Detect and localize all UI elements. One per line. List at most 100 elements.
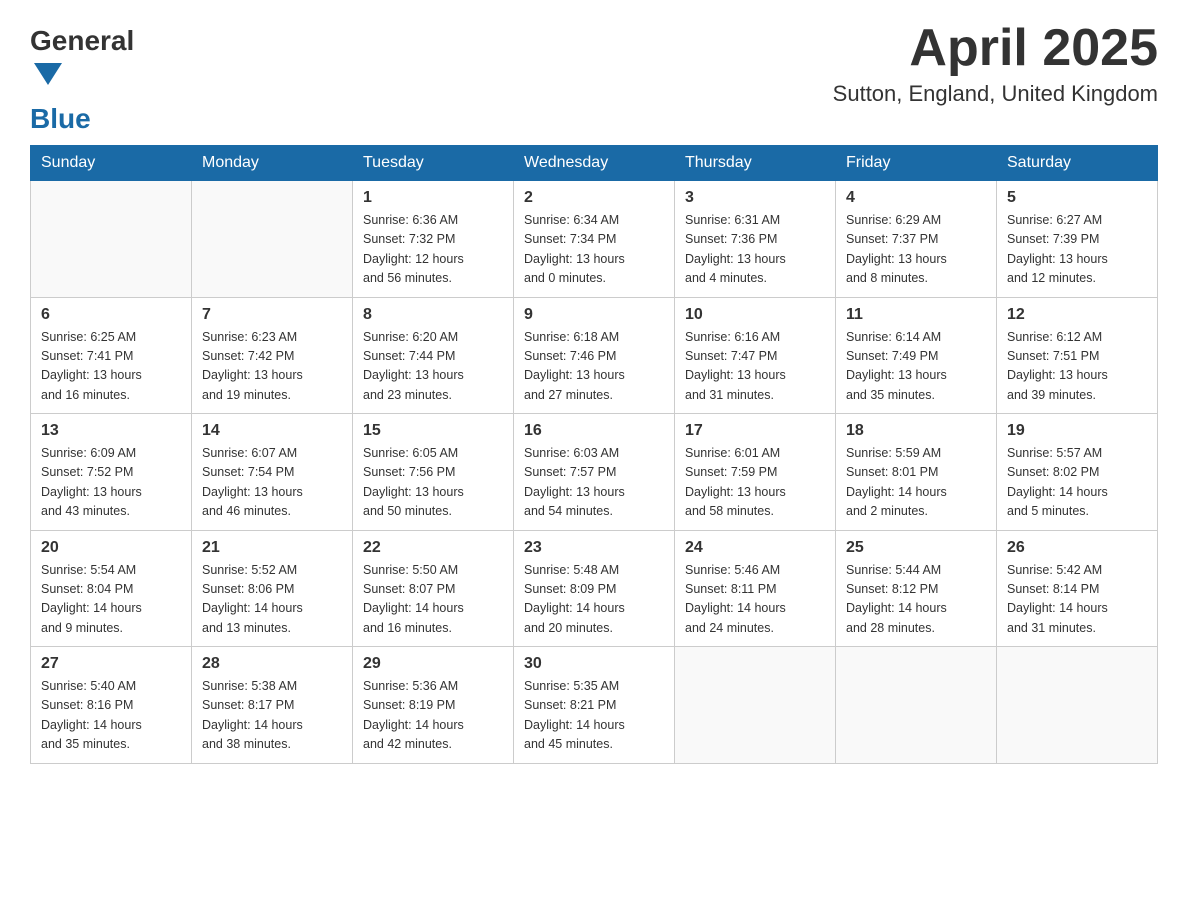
day-info: Sunrise: 6:14 AMSunset: 7:49 PMDaylight:… [846, 328, 986, 406]
calendar-cell [192, 181, 353, 298]
day-info: Sunrise: 6:05 AMSunset: 7:56 PMDaylight:… [363, 444, 503, 522]
calendar-title: April 2025 [833, 20, 1158, 77]
title-section: April 2025 Sutton, England, United Kingd… [833, 20, 1158, 107]
day-number: 28 [202, 655, 342, 673]
calendar-cell: 1 Sunrise: 6:36 AMSunset: 7:32 PMDaylight… [353, 181, 514, 298]
day-number: 19 [1007, 422, 1147, 440]
calendar-cell: 20 Sunrise: 5:54 AMSunset: 8:04 PMDayligh… [31, 530, 192, 647]
calendar-cell: 12 Sunrise: 6:12 AMSunset: 7:51 PMDayligh… [997, 297, 1158, 414]
day-info: Sunrise: 5:52 AMSunset: 8:06 PMDaylight:… [202, 561, 342, 639]
day-info: Sunrise: 5:48 AMSunset: 8:09 PMDaylight:… [524, 561, 664, 639]
day-info: Sunrise: 5:36 AMSunset: 8:19 PMDaylight:… [363, 677, 503, 755]
calendar-cell: 19 Sunrise: 5:57 AMSunset: 8:02 PMDayligh… [997, 414, 1158, 531]
day-number: 16 [524, 422, 664, 440]
calendar-cell: 6 Sunrise: 6:25 AMSunset: 7:41 PMDaylight… [31, 297, 192, 414]
calendar-cell: 26 Sunrise: 5:42 AMSunset: 8:14 PMDayligh… [997, 530, 1158, 647]
day-number: 21 [202, 539, 342, 557]
calendar-cell: 22Sunrise: 5:50 AMSunset: 8:07 PMDayligh… [353, 530, 514, 647]
day-info: Sunrise: 5:54 AMSunset: 8:04 PMDaylight:… [41, 561, 181, 639]
calendar-cell: 14 Sunrise: 6:07 AMSunset: 7:54 PMDayligh… [192, 414, 353, 531]
weekday-header-tuesday: Tuesday [353, 146, 514, 181]
weekday-header-monday: Monday [192, 146, 353, 181]
day-info: Sunrise: 6:18 AMSunset: 7:46 PMDaylight:… [524, 328, 664, 406]
day-number: 17 [685, 422, 825, 440]
day-number: 13 [41, 422, 181, 440]
calendar-cell: 13 Sunrise: 6:09 AMSunset: 7:52 PMDayligh… [31, 414, 192, 531]
day-info: Sunrise: 5:42 AMSunset: 8:14 PMDaylight:… [1007, 561, 1147, 639]
calendar-cell: 15 Sunrise: 6:05 AMSunset: 7:56 PMDayligh… [353, 414, 514, 531]
day-number: 9 [524, 306, 664, 324]
day-number: 27 [41, 655, 181, 673]
calendar-cell: 4 Sunrise: 6:29 AMSunset: 7:37 PMDaylight… [836, 181, 997, 298]
calendar-cell: 23 Sunrise: 5:48 AMSunset: 8:09 PMDayligh… [514, 530, 675, 647]
day-number: 20 [41, 539, 181, 557]
calendar-cell: 30 Sunrise: 5:35 AMSunset: 8:21 PMDayligh… [514, 647, 675, 764]
weekday-header-friday: Friday [836, 146, 997, 181]
calendar-cell: 24Sunrise: 5:46 AMSunset: 8:11 PMDayligh… [675, 530, 836, 647]
calendar-cell [31, 181, 192, 298]
weekday-header-sunday: Sunday [31, 146, 192, 181]
day-info: Sunrise: 6:16 AMSunset: 7:47 PMDaylight:… [685, 328, 825, 406]
calendar-cell [675, 647, 836, 764]
day-number: 6 [41, 306, 181, 324]
day-number: 12 [1007, 306, 1147, 324]
day-info: Sunrise: 6:03 AMSunset: 7:57 PMDaylight:… [524, 444, 664, 522]
calendar-cell: 9 Sunrise: 6:18 AMSunset: 7:46 PMDaylight… [514, 297, 675, 414]
calendar-cell: 29 Sunrise: 5:36 AMSunset: 8:19 PMDayligh… [353, 647, 514, 764]
calendar-cell: 2Sunrise: 6:34 AMSunset: 7:34 PMDaylight… [514, 181, 675, 298]
day-info: Sunrise: 6:29 AMSunset: 7:37 PMDaylight:… [846, 211, 986, 289]
logo-icon [34, 63, 62, 85]
day-number: 29 [363, 655, 503, 673]
day-info: Sunrise: 5:38 AMSunset: 8:17 PMDaylight:… [202, 677, 342, 755]
day-info: Sunrise: 5:59 AMSunset: 8:01 PMDaylight:… [846, 444, 986, 522]
day-info: Sunrise: 6:34 AMSunset: 7:34 PMDaylight:… [524, 211, 664, 289]
day-info: Sunrise: 6:01 AMSunset: 7:59 PMDaylight:… [685, 444, 825, 522]
day-number: 30 [524, 655, 664, 673]
calendar-cell: 11Sunrise: 6:14 AMSunset: 7:49 PMDayligh… [836, 297, 997, 414]
day-info: Sunrise: 6:09 AMSunset: 7:52 PMDaylight:… [41, 444, 181, 522]
day-info: Sunrise: 6:20 AMSunset: 7:44 PMDaylight:… [363, 328, 503, 406]
calendar-cell: 18 Sunrise: 5:59 AMSunset: 8:01 PMDayligh… [836, 414, 997, 531]
day-info: Sunrise: 5:46 AMSunset: 8:11 PMDaylight:… [685, 561, 825, 639]
calendar-cell: 8 Sunrise: 6:20 AMSunset: 7:44 PMDaylight… [353, 297, 514, 414]
day-info: Sunrise: 5:35 AMSunset: 8:21 PMDaylight:… [524, 677, 664, 755]
day-number: 8 [363, 306, 503, 324]
weekday-header-thursday: Thursday [675, 146, 836, 181]
day-number: 26 [1007, 539, 1147, 557]
calendar-cell: 5Sunrise: 6:27 AMSunset: 7:39 PMDaylight… [997, 181, 1158, 298]
day-info: Sunrise: 6:31 AMSunset: 7:36 PMDaylight:… [685, 211, 825, 289]
day-info: Sunrise: 5:44 AMSunset: 8:12 PMDaylight:… [846, 561, 986, 639]
day-info: Sunrise: 6:36 AMSunset: 7:32 PMDaylight:… [363, 211, 503, 289]
day-info: Sunrise: 5:57 AMSunset: 8:02 PMDaylight:… [1007, 444, 1147, 522]
day-number: 14 [202, 422, 342, 440]
day-info: Sunrise: 6:25 AMSunset: 7:41 PMDaylight:… [41, 328, 181, 406]
day-number: 3 [685, 189, 825, 207]
calendar-cell: 16 Sunrise: 6:03 AMSunset: 7:57 PMDayligh… [514, 414, 675, 531]
weekday-header-wednesday: Wednesday [514, 146, 675, 181]
calendar-cell: 27 Sunrise: 5:40 AMSunset: 8:16 PMDayligh… [31, 647, 192, 764]
day-info: Sunrise: 6:23 AMSunset: 7:42 PMDaylight:… [202, 328, 342, 406]
day-number: 5 [1007, 189, 1147, 207]
day-number: 18 [846, 422, 986, 440]
day-info: Sunrise: 6:07 AMSunset: 7:54 PMDaylight:… [202, 444, 342, 522]
day-number: 1 [363, 189, 503, 207]
calendar-cell: 25 Sunrise: 5:44 AMSunset: 8:12 PMDayligh… [836, 530, 997, 647]
calendar-cell: 28 Sunrise: 5:38 AMSunset: 8:17 PMDayligh… [192, 647, 353, 764]
calendar-cell: 3 Sunrise: 6:31 AMSunset: 7:36 PMDaylight… [675, 181, 836, 298]
day-number: 25 [846, 539, 986, 557]
day-number: 7 [202, 306, 342, 324]
day-number: 4 [846, 189, 986, 207]
calendar-cell: 7 Sunrise: 6:23 AMSunset: 7:42 PMDaylight… [192, 297, 353, 414]
day-number: 15 [363, 422, 503, 440]
day-info: Sunrise: 6:12 AMSunset: 7:51 PMDaylight:… [1007, 328, 1147, 406]
calendar-table: SundayMondayTuesdayWednesdayThursdayFrid… [30, 145, 1158, 764]
day-info: Sunrise: 5:50 AMSunset: 8:07 PMDaylight:… [363, 561, 503, 639]
weekday-header-saturday: Saturday [997, 146, 1158, 181]
day-number: 23 [524, 539, 664, 557]
logo-text: General Blue [30, 25, 134, 135]
calendar-cell [997, 647, 1158, 764]
day-info: Sunrise: 5:40 AMSunset: 8:16 PMDaylight:… [41, 677, 181, 755]
day-number: 10 [685, 306, 825, 324]
logo-blue: Blue [30, 103, 91, 134]
calendar-cell: 21 Sunrise: 5:52 AMSunset: 8:06 PMDayligh… [192, 530, 353, 647]
